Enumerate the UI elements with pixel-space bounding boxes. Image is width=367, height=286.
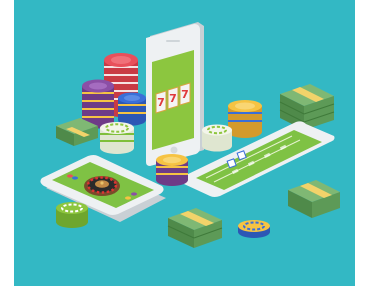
roulette-wheel [84,176,120,196]
chip-stack-purple-front [156,154,188,186]
chip-stack-orange-right [228,100,262,138]
slot-machine-phone: 7 7 7 [146,22,204,166]
chip-single-bottom [238,220,270,238]
chip-stack-green-white [100,122,134,154]
slot-symbol-3: 7 [181,88,189,101]
slot-symbol-2: 7 [169,92,177,105]
casino-illustration: 7 7 7 [0,0,367,286]
chip-stack-green-bottom [56,202,88,228]
slot-symbol-1: 7 [157,96,165,109]
chip-stack-white-mid [202,124,232,152]
chip-stack-blue [118,92,146,126]
